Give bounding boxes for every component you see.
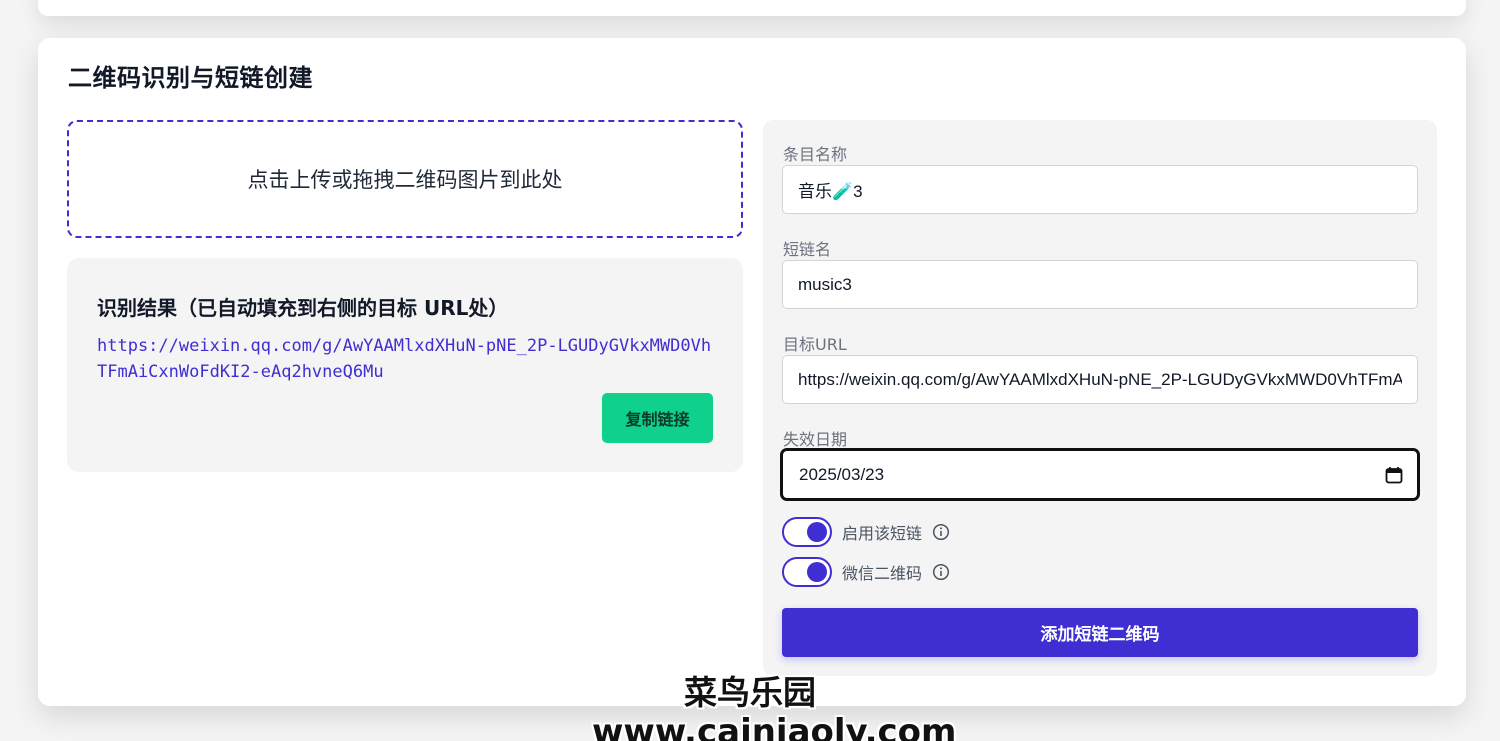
name-label: 条目名称 [783,145,848,164]
expiry-label: 失效日期 [783,430,848,449]
watermark-url: www.cainiaoly.com [592,712,957,741]
previous-card-edge [38,0,1466,16]
qr-shortlink-card: 二维码识别与短链创建 点击上传或拖拽二维码图片到此处 识别结果（已自动填充到右侧… [38,38,1466,706]
slug-label: 短链名 [783,240,832,259]
copy-link-button[interactable]: 复制链接 [602,393,713,443]
expiry-date-value: 2025/03/23 [799,464,885,484]
wechat-qr-row: 微信二维码 [782,557,950,587]
result-title: 识别结果（已自动填充到右侧的目标 URL处） [97,296,509,320]
wechat-qr-toggle[interactable] [782,557,832,587]
name-input[interactable] [782,165,1418,214]
qr-upload-dropzone[interactable]: 点击上传或拖拽二维码图片到此处 [67,120,743,238]
enable-shortlink-label: 启用该短链 [842,524,923,543]
result-url: https://weixin.qq.com/g/AwYAAMlxdXHuN-pN… [97,336,712,382]
recognition-result-panel: 识别结果（已自动填充到右侧的目标 URL处） https://weixin.qq… [67,258,743,472]
expiry-date-input[interactable]: 2025/03/23 [780,448,1420,501]
watermark-name: 菜鸟乐园 [684,673,816,712]
upload-hint: 点击上传或拖拽二维码图片到此处 [247,168,563,192]
shortlink-form: 条目名称 短链名 目标URL 失效日期 2025/03/23 启用该短链 [763,120,1437,676]
wechat-qr-label: 微信二维码 [842,564,923,583]
target-url-input[interactable] [782,355,1418,404]
target-url-label: 目标URL [783,335,847,354]
slug-input[interactable] [782,260,1418,309]
toggle-knob [807,522,827,542]
enable-shortlink-toggle[interactable] [782,517,832,547]
add-shortlink-button[interactable]: 添加短链二维码 [782,608,1418,657]
page-title: 二维码识别与短链创建 [68,64,313,92]
info-icon[interactable] [932,563,950,581]
enable-shortlink-row: 启用该短链 [782,517,950,547]
toggle-knob [807,562,827,582]
calendar-icon[interactable] [1385,466,1403,484]
info-icon[interactable] [932,523,950,541]
